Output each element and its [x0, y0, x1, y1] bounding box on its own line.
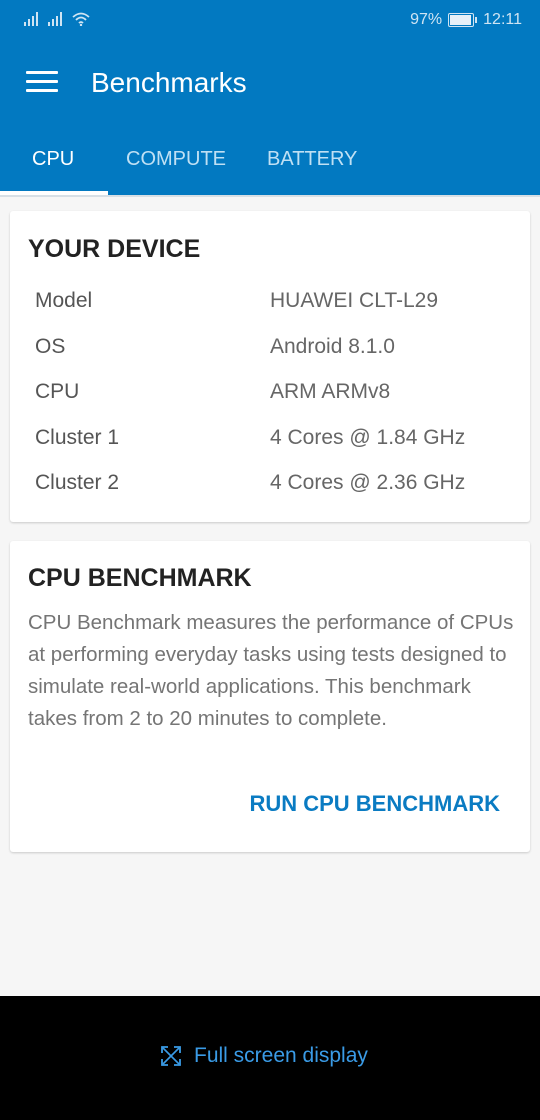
hamburger-menu-icon[interactable] — [26, 71, 58, 93]
clock: 12:11 — [483, 11, 522, 28]
cpu-benchmark-card: CPU BENCHMARK CPU Benchmark measures the… — [10, 541, 530, 852]
battery-tip — [475, 17, 478, 23]
full-screen-display-button[interactable]: Full screen display — [160, 1044, 368, 1068]
battery-percent: 97% — [410, 11, 443, 28]
spec-label: Cluster 1 — [35, 426, 120, 449]
tab-compute[interactable]: COMPUTE — [126, 148, 226, 171]
app-bar: Benchmarks — [0, 40, 540, 128]
spec-value: 4 Cores @ 2.36 GHz — [270, 471, 466, 494]
benchmark-description: CPU Benchmark measures the performance o… — [28, 611, 514, 730]
full-screen-display-label: Full screen display — [194, 1044, 368, 1067]
benchmark-card-heading: CPU BENCHMARK — [28, 564, 252, 592]
spec-label: Model — [35, 289, 93, 312]
tab-cpu[interactable]: CPU — [32, 148, 74, 171]
spec-value: Android 8.1.0 — [270, 335, 395, 358]
wifi-icon — [72, 12, 90, 26]
tab-battery[interactable]: BATTERY — [267, 148, 357, 171]
spec-value: 4 Cores @ 1.84 GHz — [270, 426, 466, 449]
signal-icon — [24, 12, 38, 26]
tab-divider — [0, 195, 540, 197]
spec-label: OS — [35, 335, 66, 358]
signal-icon-2 — [48, 12, 62, 26]
run-cpu-benchmark-button[interactable]: RUN CPU BENCHMARK — [249, 791, 500, 817]
status-icons-right: 97% 12:11 — [410, 11, 522, 29]
expand-icon — [161, 1046, 181, 1066]
page-title: Benchmarks — [91, 67, 247, 98]
tab-bar: CPU COMPUTE BATTERY — [0, 128, 540, 197]
device-card: YOUR DEVICE Model HUAWEI CLT-L29 OS Andr… — [10, 211, 530, 522]
spec-label: Cluster 2 — [35, 471, 120, 494]
spec-value: ARM ARMv8 — [270, 380, 391, 403]
status-bar: 97% 12:11 — [0, 0, 540, 40]
spec-value: HUAWEI CLT-L29 — [270, 289, 439, 312]
device-card-heading: YOUR DEVICE — [28, 235, 201, 263]
bottom-bar: Full screen display — [0, 996, 540, 1120]
status-icons-left — [24, 12, 90, 26]
spec-label: CPU — [35, 380, 80, 403]
battery-icon — [448, 13, 475, 27]
